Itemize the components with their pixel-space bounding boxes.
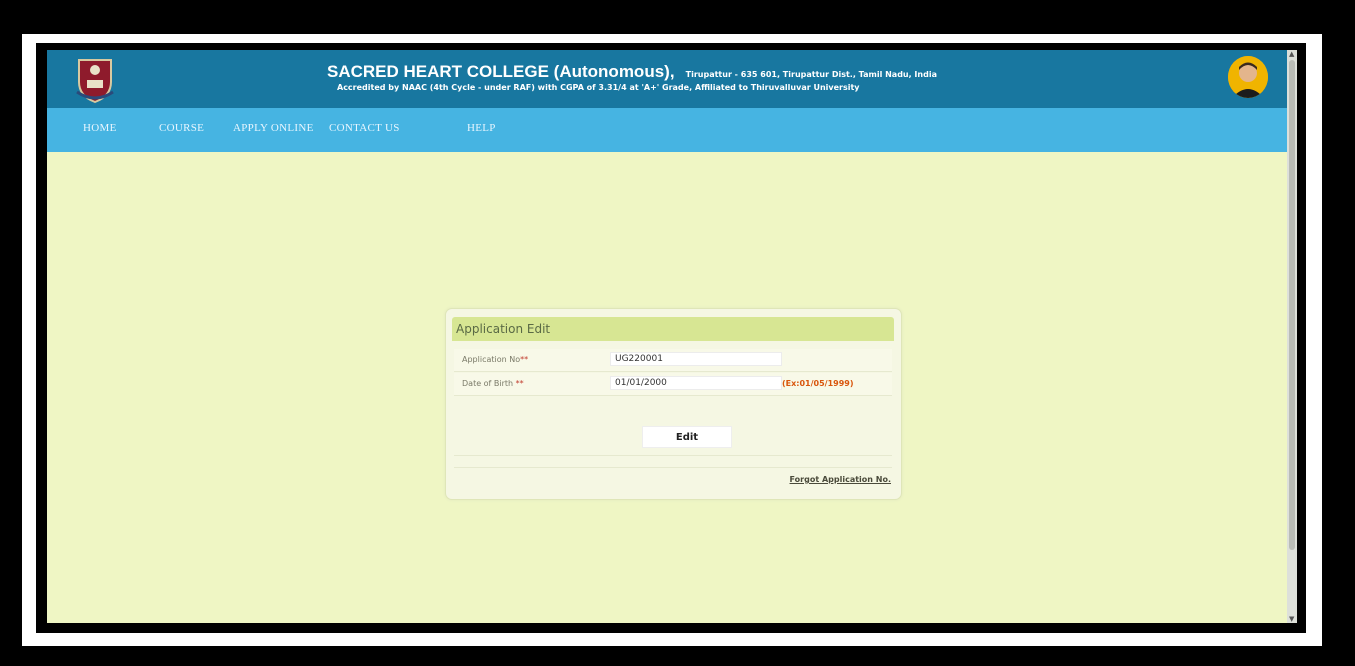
nav-help[interactable]: HELP bbox=[467, 122, 496, 134]
browser-viewport: SACRED HEART COLLEGE (Autonomous), Tirup… bbox=[47, 50, 1297, 623]
scroll-down-arrow-icon[interactable]: ▼ bbox=[1289, 615, 1294, 623]
application-no-label: Application No** bbox=[462, 355, 529, 364]
application-edit-panel: Application Edit Application No** Date o… bbox=[445, 308, 902, 500]
application-no-row: Application No** bbox=[454, 349, 892, 372]
college-title-block: SACRED HEART COLLEGE (Autonomous), Tirup… bbox=[327, 62, 1027, 92]
dob-label: Date of Birth ** bbox=[462, 379, 524, 388]
panel-divider bbox=[454, 467, 892, 468]
main-navbar: HOME COURSE APPLY ONLINE CONTACT US HELP bbox=[47, 108, 1287, 152]
college-address: Tirupattur - 635 601, Tirupattur Dist., … bbox=[685, 70, 937, 79]
college-name: SACRED HEART COLLEGE (Autonomous), bbox=[327, 62, 675, 81]
forgot-application-no-link[interactable]: Forgot Application No. bbox=[790, 475, 891, 484]
site-header: SACRED HEART COLLEGE (Autonomous), Tirup… bbox=[47, 50, 1287, 108]
dob-input[interactable] bbox=[610, 376, 782, 390]
nav-home[interactable]: HOME bbox=[83, 122, 117, 134]
dob-row: Date of Birth ** (Ex:01/05/1999) bbox=[454, 373, 892, 396]
college-crest-icon[interactable] bbox=[71, 56, 119, 104]
founder-portrait-icon bbox=[1228, 56, 1268, 98]
scroll-up-arrow-icon[interactable]: ▲ bbox=[1289, 50, 1294, 58]
application-no-input[interactable] bbox=[610, 352, 782, 366]
panel-divider bbox=[454, 455, 892, 456]
required-mark: ** bbox=[520, 355, 529, 364]
accreditation-text: Accredited by NAAC (4th Cycle - under RA… bbox=[337, 83, 860, 92]
edit-button[interactable]: Edit bbox=[642, 426, 732, 448]
panel-title: Application Edit bbox=[456, 322, 551, 336]
dob-format-hint: (Ex:01/05/1999) bbox=[782, 379, 854, 388]
panel-header: Application Edit bbox=[452, 317, 894, 341]
nav-apply-online[interactable]: APPLY ONLINE bbox=[233, 122, 314, 134]
vertical-scrollbar[interactable]: ▲ ▼ bbox=[1287, 50, 1297, 623]
nav-contact-us[interactable]: CONTACT US bbox=[329, 122, 400, 134]
nav-course[interactable]: COURSE bbox=[159, 122, 204, 134]
required-mark: ** bbox=[515, 379, 524, 388]
scrollbar-thumb[interactable] bbox=[1289, 60, 1295, 550]
